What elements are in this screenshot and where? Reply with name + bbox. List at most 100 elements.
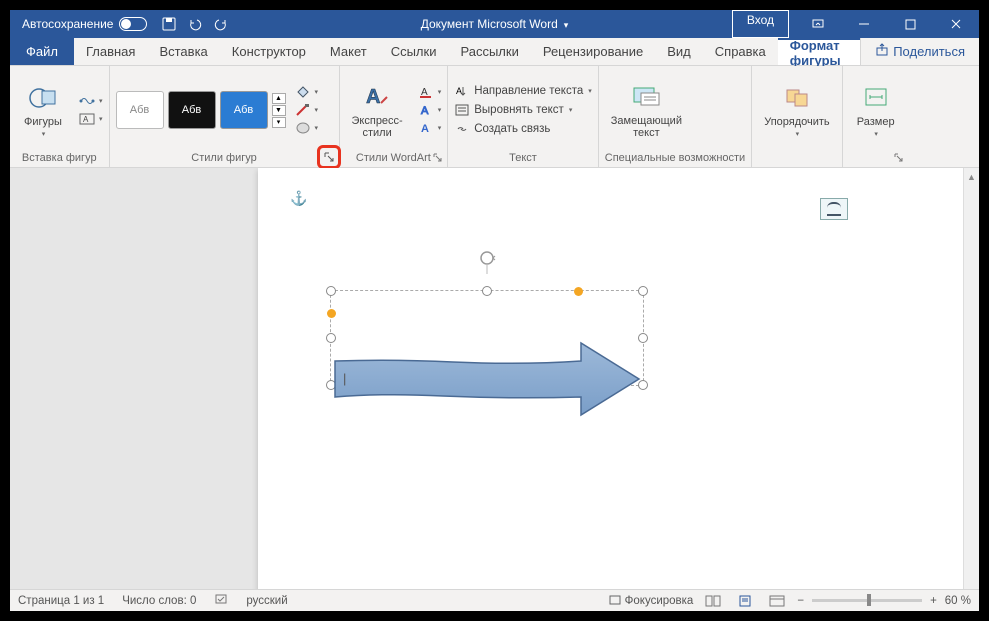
tab-shape-format[interactable]: Формат фигуры [778, 38, 860, 65]
resize-handle[interactable] [482, 286, 492, 296]
text-fill-icon: A [417, 84, 435, 100]
text-direction-icon: A [454, 83, 470, 99]
gallery-down-icon[interactable]: ▼ [272, 105, 286, 116]
page[interactable]: ⚓ [258, 168, 968, 589]
wordart-icon: A [361, 81, 393, 113]
ribbon: Фигуры ▾ ▾ A▾ Вставка фигур Абв Абв Абв … [10, 66, 979, 168]
style-preset-1[interactable]: Абв [116, 91, 164, 129]
maximize-icon[interactable] [887, 10, 933, 38]
link-icon [454, 121, 470, 137]
size-icon [860, 82, 892, 114]
text-effects-button[interactable]: A▾ [417, 120, 442, 136]
group-size: Размер ▾ [843, 66, 909, 167]
toggle-switch[interactable] [119, 17, 147, 31]
group-label: Стили WordArt [346, 150, 442, 167]
group-label [758, 150, 835, 167]
size-button[interactable]: Размер ▾ [849, 80, 903, 140]
shapes-button[interactable]: Фигуры ▾ [16, 80, 70, 140]
tab-home[interactable]: Главная [74, 38, 147, 65]
anchor-icon[interactable]: ⚓ [290, 190, 307, 207]
edit-shape-icon [78, 93, 96, 109]
gallery-more-icon[interactable]: ▾ [272, 117, 286, 128]
group-text: AНаправление текста▾ Выровнять текст▾ Со… [448, 66, 599, 167]
text-outline-icon: A [417, 102, 435, 118]
outline-icon [294, 102, 312, 118]
tab-mailings[interactable]: Рассылки [448, 38, 530, 65]
share-icon [875, 43, 889, 60]
spellcheck-icon[interactable] [214, 592, 228, 609]
shape-fill-button[interactable]: ▾ [294, 84, 319, 100]
ribbon-options-icon[interactable] [795, 10, 841, 38]
adjust-handle[interactable] [574, 287, 583, 296]
shapes-icon [27, 82, 59, 114]
wordart-launcher[interactable] [430, 150, 444, 164]
selected-shape[interactable]: | [330, 258, 644, 388]
tab-help[interactable]: Справка [703, 38, 778, 65]
scroll-up-icon[interactable]: ▲ [966, 171, 977, 182]
resize-handle[interactable] [638, 286, 648, 296]
zoom-out-icon[interactable]: − [797, 595, 804, 607]
shape-effects-button[interactable]: ▾ [294, 120, 319, 136]
document-title[interactable]: Документ Microsoft Word▾ [421, 17, 569, 31]
align-text-button[interactable]: Выровнять текст▾ [454, 102, 592, 118]
group-label: Вставка фигур [16, 150, 103, 167]
arrange-button[interactable]: Упорядочить ▾ [758, 80, 835, 140]
minimize-icon[interactable] [841, 10, 887, 38]
save-icon[interactable] [161, 16, 177, 32]
text-box-button[interactable]: A▾ [78, 111, 103, 127]
ribbon-tabs: Файл Главная Вставка Конструктор Макет С… [10, 38, 979, 66]
group-insert-shapes: Фигуры ▾ ▾ A▾ Вставка фигур [10, 66, 110, 167]
tab-design[interactable]: Конструктор [220, 38, 318, 65]
tab-file[interactable]: Файл [10, 38, 74, 65]
shape-styles-launcher[interactable] [317, 145, 341, 169]
web-layout-icon[interactable] [765, 593, 789, 609]
language-indicator[interactable]: русский [246, 595, 287, 607]
text-fill-button[interactable]: A▾ [417, 84, 442, 100]
edit-shape-button[interactable]: ▾ [78, 93, 103, 109]
arrow-shape[interactable]: | [333, 341, 643, 417]
alt-text-button[interactable]: Замещающий текст [605, 79, 688, 141]
tab-layout[interactable]: Макет [318, 38, 379, 65]
status-bar: Страница 1 из 1 Число слов: 0 русский Фо… [10, 589, 979, 611]
resize-handle[interactable] [326, 286, 336, 296]
group-arrange: Упорядочить ▾ [752, 66, 842, 167]
rotate-handle-icon[interactable] [478, 250, 496, 279]
adjust-handle[interactable] [327, 309, 336, 318]
zoom-in-icon[interactable]: + [930, 595, 937, 607]
text-direction-button[interactable]: AНаправление текста▾ [454, 83, 592, 99]
style-preset-3[interactable]: Абв [220, 91, 268, 129]
page-indicator[interactable]: Страница 1 из 1 [18, 595, 104, 607]
size-launcher[interactable] [892, 150, 906, 164]
tab-references[interactable]: Ссылки [379, 38, 449, 65]
undo-icon[interactable] [187, 16, 203, 32]
svg-text:|: | [343, 371, 346, 386]
print-layout-icon[interactable] [733, 593, 757, 609]
style-preset-2[interactable]: Абв [168, 91, 216, 129]
zoom-slider[interactable] [812, 599, 922, 602]
shape-style-gallery[interactable]: Абв Абв Абв ▲ ▼ ▾ [116, 91, 286, 129]
group-label: Текст [454, 150, 592, 167]
wordart-quick-styles[interactable]: A Экспресс- стили [346, 79, 409, 141]
group-label: Специальные возможности [605, 150, 745, 167]
focus-mode[interactable]: Фокусировка [609, 594, 693, 607]
read-mode-icon[interactable] [701, 593, 725, 609]
tab-insert[interactable]: Вставка [147, 38, 219, 65]
gallery-up-icon[interactable]: ▲ [272, 93, 286, 104]
zoom-level[interactable]: 60 % [945, 595, 971, 607]
document-area[interactable]: ⚓ [10, 168, 979, 589]
group-shape-styles: Абв Абв Абв ▲ ▼ ▾ ▾ ▾ ▾ Стили фигур [110, 66, 340, 167]
share-button[interactable]: Поделиться [860, 38, 979, 65]
autosave-toggle[interactable]: Автосохранение [22, 17, 147, 31]
login-button[interactable]: Вход [732, 10, 789, 38]
word-count[interactable]: Число слов: 0 [122, 595, 196, 607]
textbox-icon: A [78, 111, 96, 127]
text-outline-button[interactable]: A▾ [417, 102, 442, 118]
redo-icon[interactable] [213, 16, 229, 32]
vertical-scrollbar[interactable]: ▲ [963, 168, 979, 589]
create-link-button[interactable]: Создать связь [454, 121, 592, 137]
tab-review[interactable]: Рецензирование [531, 38, 655, 65]
tab-view[interactable]: Вид [655, 38, 703, 65]
layout-options-button[interactable] [820, 198, 848, 220]
close-icon[interactable] [933, 10, 979, 38]
shape-outline-button[interactable]: ▾ [294, 102, 319, 118]
